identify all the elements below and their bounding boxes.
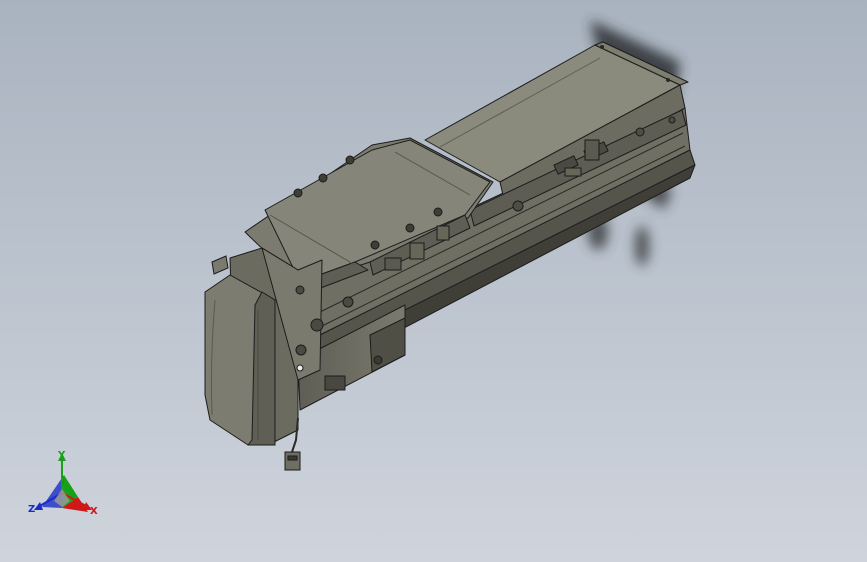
end-housing[interactable] (204, 247, 324, 446)
y-axis-label: Y (58, 450, 66, 461)
x-axis-label: X (90, 506, 98, 517)
coordinate-triad (34, 453, 92, 512)
z-axis-label: Z (28, 504, 36, 515)
graphics-viewport[interactable]: Y X Z (0, 0, 867, 562)
